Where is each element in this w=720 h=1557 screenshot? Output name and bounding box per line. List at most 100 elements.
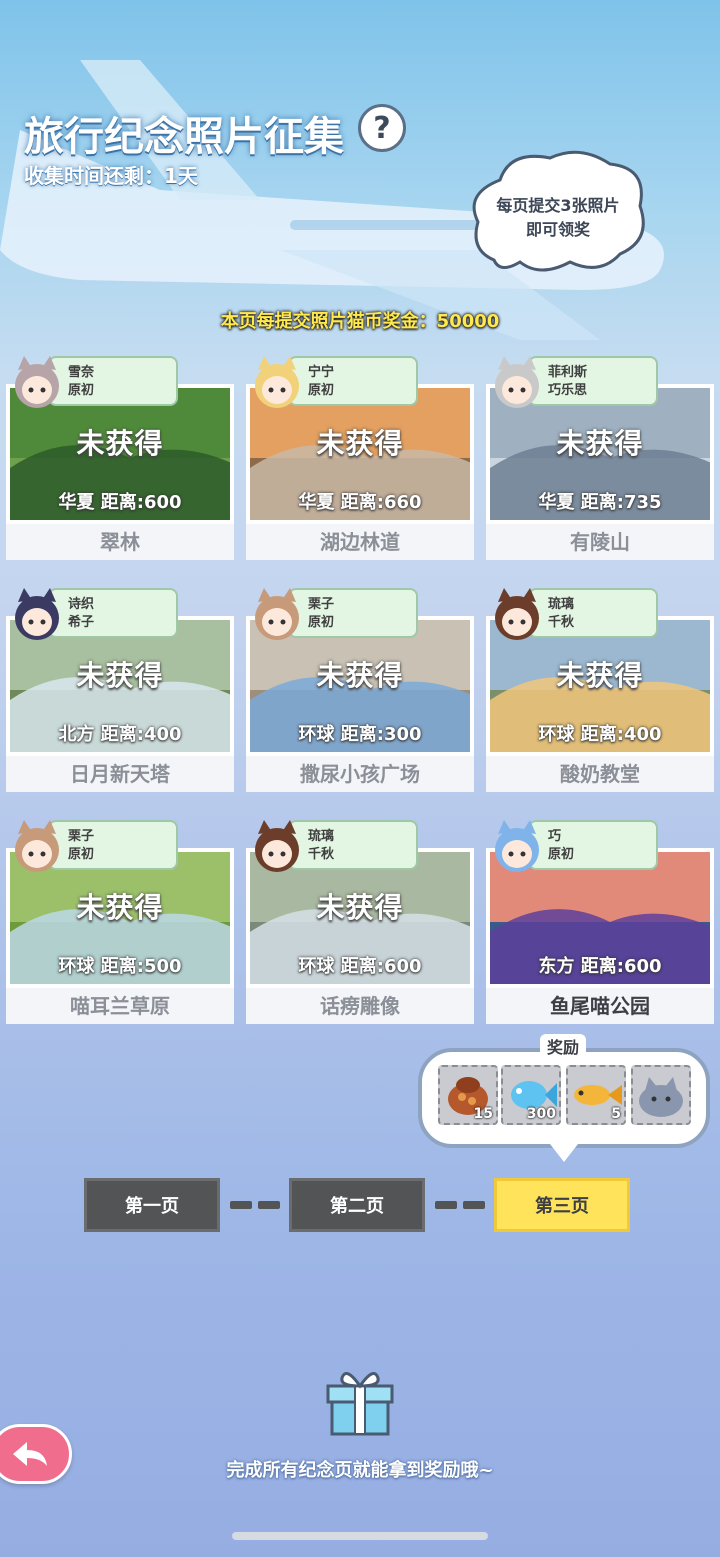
place-name: 日月新天塔 <box>6 756 234 792</box>
gift-icon[interactable] <box>322 1364 398 1436</box>
distance-label: 东方 距离:600 <box>490 952 710 978</box>
page-1-button[interactable]: 第一页 <box>84 1178 220 1232</box>
character-name: 栗子 <box>68 829 95 844</box>
character-tag: 琉璃 千秋 <box>528 588 658 638</box>
region-label: 环球 <box>298 956 335 977</box>
distance-value: 距离:500 <box>100 956 182 977</box>
character-avatar-icon <box>255 820 299 872</box>
photo-card[interactable]: 未获得 环球 距离:500 喵耳兰草原 栗子 原初 <box>6 820 234 1024</box>
character-outfit: 原初 <box>308 615 335 630</box>
place-name: 鱼尾喵公园 <box>486 988 714 1024</box>
status-label: 未获得 <box>556 659 644 692</box>
reward-count: 15 <box>473 1106 493 1122</box>
character-avatar-icon <box>255 588 299 640</box>
character-tag: 菲利斯 巧乐思 <box>528 356 658 406</box>
character-tag: 栗子 原初 <box>48 820 178 870</box>
character-outfit: 巧乐思 <box>548 383 588 398</box>
page-connector <box>230 1201 252 1209</box>
region-label: 华夏 <box>298 492 335 513</box>
region-label: 环球 <box>58 956 95 977</box>
distance-value: 距离:600 <box>580 956 662 977</box>
distance-value: 距离:600 <box>340 956 422 977</box>
place-name: 喵耳兰草原 <box>6 988 234 1024</box>
bubble-hint: 每页提交3张照片 即可领奖 <box>478 194 638 242</box>
status-label: 未获得 <box>316 659 404 692</box>
status-label: 未获得 <box>76 659 164 692</box>
reward-slot[interactable]: 300 <box>501 1065 561 1125</box>
distance-value: 距离:600 <box>100 492 182 513</box>
character-name: 栗子 <box>308 597 335 612</box>
bonus-banner: 本页每提交照片猫币奖金：50000 <box>220 311 500 332</box>
character-name: 琉璃 <box>308 829 335 844</box>
region-label: 环球 <box>538 724 575 745</box>
character-avatar-icon <box>15 356 59 408</box>
distance-value: 距离:400 <box>100 724 182 745</box>
character-tag: 宁宁 原初 <box>288 356 418 406</box>
character-avatar-icon <box>255 356 299 408</box>
character-name: 巧 <box>548 829 562 844</box>
character-name: 诗织 <box>68 597 95 612</box>
distance-label: 华夏 距离:660 <box>250 488 470 514</box>
distance-value: 距离:660 <box>340 492 422 513</box>
status-label: 未获得 <box>316 427 404 460</box>
event-title: 旅行纪念照片征集 <box>24 114 344 160</box>
photo-card[interactable]: 未获得 华夏 距离:660 湖边林道 宁宁 原初 <box>246 356 474 560</box>
back-button[interactable] <box>0 1424 72 1484</box>
character-name: 琉璃 <box>548 597 575 612</box>
photo-card[interactable]: 未获得 环球 距离:300 撒尿小孩广场 栗子 原初 <box>246 588 474 792</box>
help-button[interactable]: ? <box>358 104 406 152</box>
page-2-button[interactable]: 第二页 <box>289 1178 425 1232</box>
distance-label: 环球 距离:300 <box>250 720 470 746</box>
character-tag: 栗子 原初 <box>288 588 418 638</box>
reward-slot[interactable]: 5 <box>566 1065 626 1125</box>
photo-card[interactable]: 东方 距离:600 鱼尾喵公园 巧 原初 <box>486 820 714 1024</box>
page-connector <box>435 1201 457 1209</box>
place-name: 湖边林道 <box>246 524 474 560</box>
page-3-button[interactable]: 第三页 <box>494 1178 630 1232</box>
place-name: 话痨雕像 <box>246 988 474 1024</box>
character-name: 菲利斯 <box>548 365 588 380</box>
footer-hint: 完成所有纪念页就能拿到奖励哦~ <box>226 1460 494 1481</box>
character-tag: 雪奈 原初 <box>48 356 178 406</box>
status-label: 未获得 <box>76 891 164 924</box>
character-outfit: 希子 <box>68 615 95 630</box>
place-name: 有陵山 <box>486 524 714 560</box>
status-label: 未获得 <box>76 427 164 460</box>
distance-value: 距离:400 <box>580 724 662 745</box>
distance-label: 环球 距离:400 <box>490 720 710 746</box>
distance-label: 北方 距离:400 <box>10 720 230 746</box>
character-avatar-icon <box>15 820 59 872</box>
region-label: 环球 <box>298 724 335 745</box>
photo-card[interactable]: 未获得 华夏 距离:735 有陵山 菲利斯 巧乐思 <box>486 356 714 560</box>
character-avatar-icon <box>495 820 539 872</box>
character-outfit: 原初 <box>68 847 95 862</box>
reward-count: 5 <box>611 1106 621 1122</box>
character-avatar-icon <box>495 588 539 640</box>
bubble-line-1: 每页提交3张照片 <box>496 196 620 215</box>
character-outfit: 原初 <box>68 383 95 398</box>
page-connector <box>258 1201 280 1209</box>
reward-slot[interactable] <box>631 1065 691 1125</box>
photo-card[interactable]: 未获得 环球 距离:600 话痨雕像 琉璃 千秋 <box>246 820 474 1024</box>
photo-card[interactable]: 未获得 北方 距离:400 日月新天塔 诗织 希子 <box>6 588 234 792</box>
place-name: 撒尿小孩广场 <box>246 756 474 792</box>
character-name: 宁宁 <box>308 365 335 380</box>
photo-card[interactable]: 未获得 环球 距离:400 酸奶教堂 琉璃 千秋 <box>486 588 714 792</box>
character-name: 雪奈 <box>68 365 95 380</box>
character-tag: 琉璃 千秋 <box>288 820 418 870</box>
return-arrow-icon <box>13 1442 47 1466</box>
photo-card[interactable]: 未获得 华夏 距离:600 翠林 雪奈 原初 <box>6 356 234 560</box>
reward-slot[interactable]: 15 <box>438 1065 498 1125</box>
place-name: 翠林 <box>6 524 234 560</box>
bubble-line-2: 即可领奖 <box>525 220 590 239</box>
region-label: 华夏 <box>538 492 575 513</box>
character-outfit: 原初 <box>548 847 575 862</box>
place-name: 酸奶教堂 <box>486 756 714 792</box>
home-indicator[interactable] <box>232 1532 488 1540</box>
status-label: 未获得 <box>316 891 404 924</box>
distance-value: 距离:735 <box>580 492 662 513</box>
region-label: 北方 <box>58 724 95 745</box>
region-label: 东方 <box>538 956 575 977</box>
character-avatar-icon <box>15 588 59 640</box>
reward-title: 奖励 <box>540 1034 586 1058</box>
